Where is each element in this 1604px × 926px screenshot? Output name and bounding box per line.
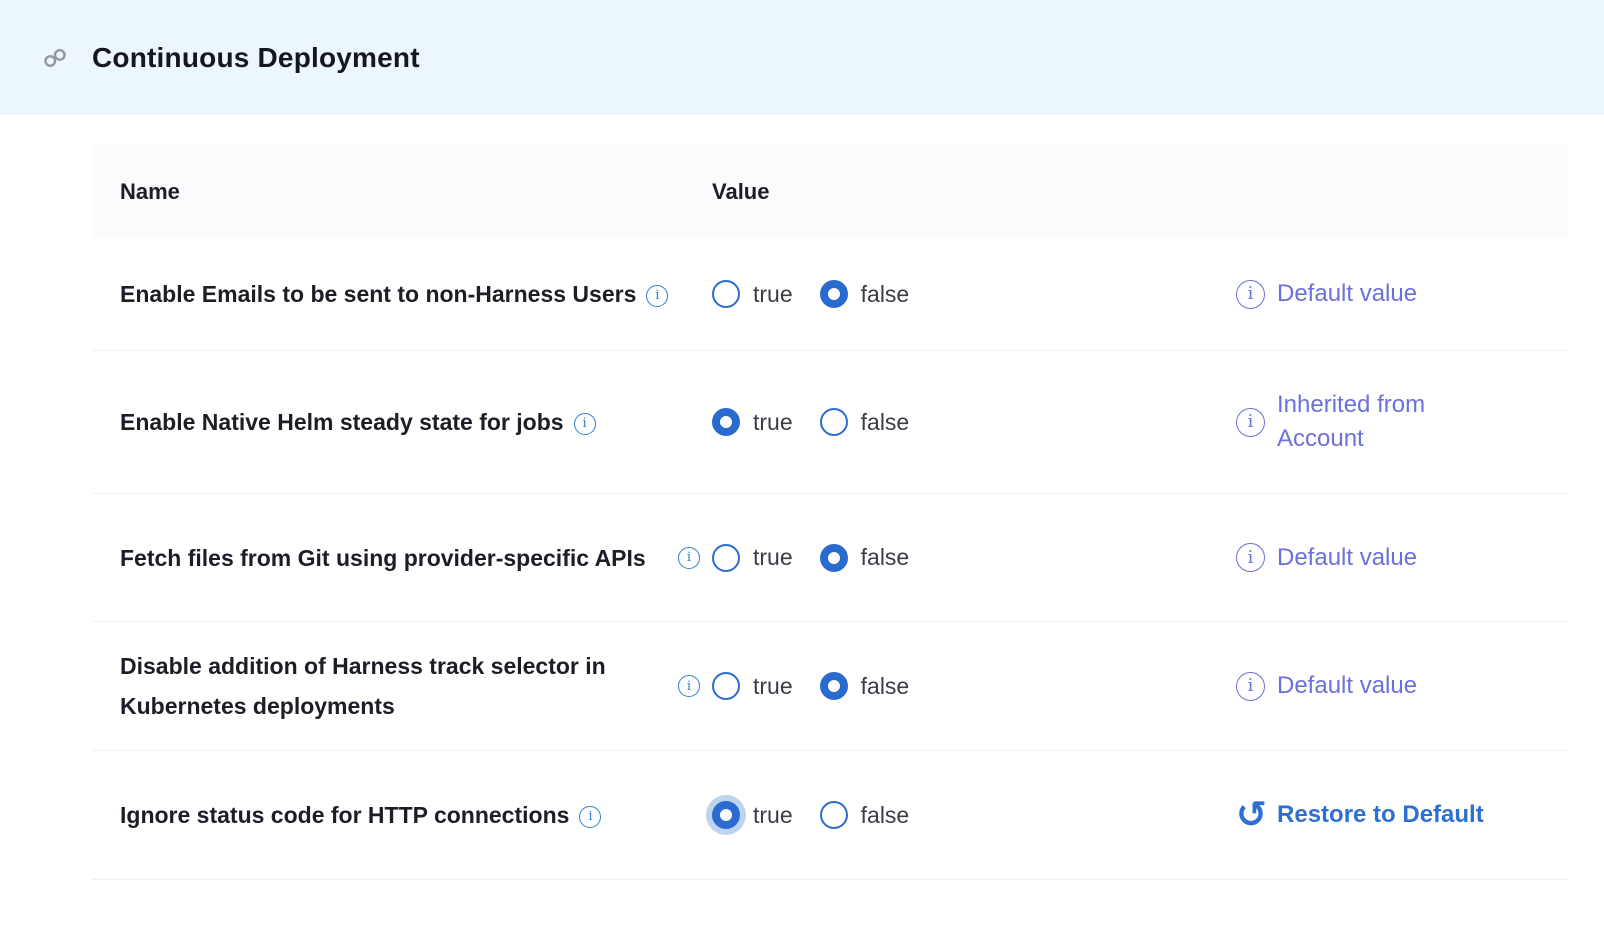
radio-label: true xyxy=(753,802,793,829)
table-row: Disable addition of Harness track select… xyxy=(92,622,1568,751)
table-row: Enable Native Helm steady state for jobs… xyxy=(92,351,1568,494)
status-default-value: Default value xyxy=(1277,669,1417,703)
radio-circle-icon[interactable] xyxy=(712,801,740,829)
info-icon[interactable]: i xyxy=(646,285,668,307)
radio-circle-icon[interactable] xyxy=(820,801,848,829)
restore-button-label: Restore to Default xyxy=(1277,801,1484,829)
radio-circle-icon[interactable] xyxy=(712,544,740,572)
page-title: Continuous Deployment xyxy=(92,42,420,74)
radio-false[interactable]: false xyxy=(820,672,910,700)
radio-circle-icon[interactable] xyxy=(820,408,848,436)
radio-circle-icon[interactable] xyxy=(820,672,848,700)
restore-icon: ↺ xyxy=(1236,801,1267,829)
radio-label: false xyxy=(861,802,910,829)
radio-circle-icon[interactable] xyxy=(820,544,848,572)
restore-to-default-button[interactable]: ↺ Restore to Default xyxy=(1236,801,1484,829)
table-header-row: Name Value xyxy=(92,145,1568,238)
section-header: Continuous Deployment xyxy=(0,0,1604,115)
radio-false[interactable]: false xyxy=(820,801,910,829)
radio-label: true xyxy=(753,281,793,308)
info-icon[interactable]: i xyxy=(1236,280,1265,309)
radio-label: false xyxy=(861,409,910,436)
radio-label: true xyxy=(753,409,793,436)
setting-name: Enable Emails to be sent to non-Harness … xyxy=(120,281,636,307)
radio-circle-icon[interactable] xyxy=(820,280,848,308)
info-icon[interactable]: i xyxy=(579,806,601,828)
radio-circle-icon[interactable] xyxy=(712,280,740,308)
radio-circle-icon[interactable] xyxy=(712,408,740,436)
radio-true[interactable]: true xyxy=(712,672,793,700)
info-icon[interactable]: i xyxy=(574,413,596,435)
radio-false[interactable]: false xyxy=(820,544,910,572)
radio-circle-icon[interactable] xyxy=(712,672,740,700)
setting-name: Enable Native Helm steady state for jobs xyxy=(120,409,564,435)
radio-true[interactable]: true xyxy=(712,280,793,308)
radio-label: false xyxy=(861,544,910,571)
radio-label: true xyxy=(753,673,793,700)
radio-label: true xyxy=(753,544,793,571)
radio-label: false xyxy=(861,281,910,308)
radio-true[interactable]: true xyxy=(712,408,793,436)
settings-table: Name Value Enable Emails to be sent to n… xyxy=(92,145,1568,880)
radio-label: false xyxy=(861,673,910,700)
radio-false[interactable]: false xyxy=(820,408,910,436)
status-default-value: Default value xyxy=(1277,277,1417,311)
column-header-value: Value xyxy=(712,179,769,205)
status-inherited-from-account: Inherited from Account xyxy=(1277,388,1472,456)
setting-name: Ignore status code for HTTP connections xyxy=(120,802,569,828)
info-icon[interactable]: i xyxy=(1236,408,1265,437)
table-row: Fetch files from Git using provider-spec… xyxy=(92,494,1568,622)
radio-true[interactable]: true xyxy=(712,801,793,829)
table-row: Enable Emails to be sent to non-Harness … xyxy=(92,238,1568,351)
info-icon[interactable]: i xyxy=(1236,543,1265,572)
status-default-value: Default value xyxy=(1277,541,1417,575)
info-icon[interactable]: i xyxy=(678,547,700,569)
setting-name: Fetch files from Git using provider-spec… xyxy=(120,545,646,571)
link-icon[interactable] xyxy=(42,45,68,71)
radio-true[interactable]: true xyxy=(712,544,793,572)
radio-false[interactable]: false xyxy=(820,280,910,308)
info-icon[interactable]: i xyxy=(1236,672,1265,701)
setting-name: Disable addition of Harness track select… xyxy=(120,653,606,719)
table-row: Ignore status code for HTTP connections i… xyxy=(92,751,1568,880)
column-header-name: Name xyxy=(120,179,180,204)
info-icon[interactable]: i xyxy=(678,675,700,697)
